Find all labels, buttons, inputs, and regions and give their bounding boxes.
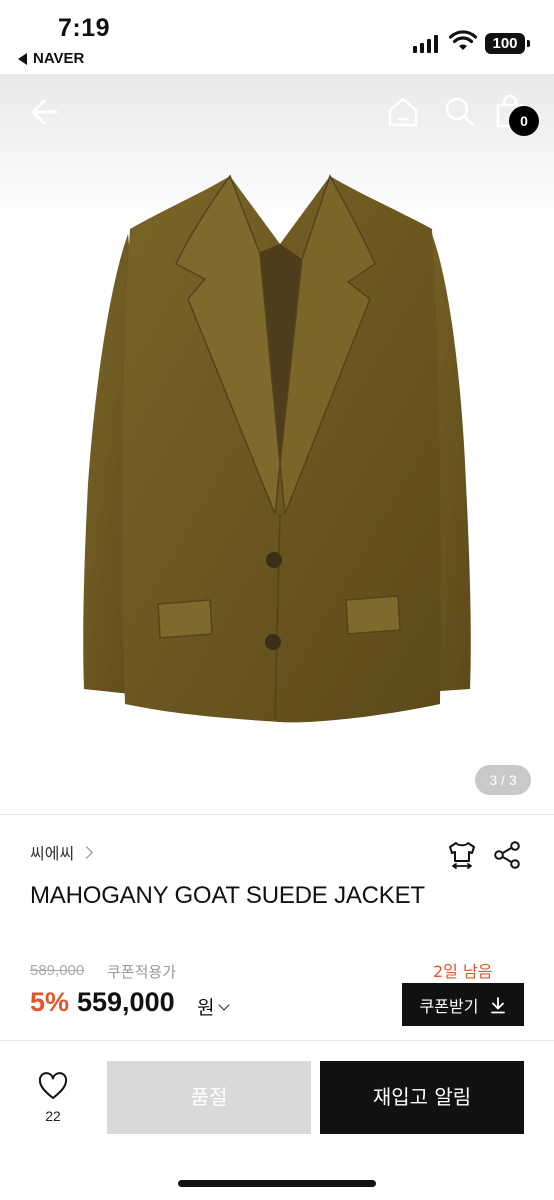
back-triangle-icon (18, 52, 27, 65)
status-bar: 7:19 NAVER 100 (0, 0, 554, 74)
home-icon[interactable] (385, 94, 421, 130)
original-price: 589,000 (30, 962, 85, 979)
discount-rate: 5% (30, 987, 70, 1017)
wifi-icon (449, 30, 477, 50)
search-icon[interactable] (442, 94, 478, 130)
cart-count-badge[interactable]: 0 (509, 106, 539, 136)
cellular-signal-icon (413, 33, 438, 53)
heart-icon (38, 1072, 68, 1099)
like-count: 22 (45, 1108, 61, 1124)
divider (0, 814, 554, 815)
product-image-jacket (83, 174, 471, 723)
back-app-label: NAVER (33, 50, 85, 67)
battery-indicator: 100 (485, 33, 530, 54)
home-indicator[interactable] (178, 1180, 376, 1187)
restock-alert-button[interactable]: 재입고 알림 (320, 1061, 524, 1134)
chevron-right-icon (80, 846, 94, 859)
gallery-page-indicator: 3 / 3 (475, 765, 531, 795)
status-time: 7:19 (58, 14, 111, 42)
brand-name: 씨에씨 (30, 844, 75, 863)
coupon-days-left: 2일 남음 (433, 962, 493, 981)
product-image-gallery[interactable]: 0 3 / 3 (0, 74, 554, 814)
coupon-button-label: 쿠폰받기 (419, 996, 479, 1016)
sold-out-button: 품절 (107, 1061, 311, 1134)
brand-link[interactable]: 씨에씨 (30, 840, 94, 864)
share-icon[interactable] (492, 840, 522, 870)
product-title: MAHOGANY GOAT SUEDE JACKET (30, 882, 425, 909)
size-guide-icon[interactable] (446, 839, 478, 871)
sale-price: 559,000 (77, 987, 175, 1017)
divider (0, 1040, 554, 1041)
chevron-down-icon (218, 998, 231, 1011)
price-detail-toggle[interactable]: 원 (197, 993, 231, 1020)
get-coupon-button[interactable]: 쿠폰받기 (402, 983, 524, 1026)
download-icon (491, 996, 506, 1013)
coupon-price-note: 쿠폰적용가 (107, 963, 177, 981)
like-button[interactable]: 22 (30, 1072, 76, 1124)
back-to-app-button[interactable]: NAVER (18, 50, 84, 67)
back-arrow-icon[interactable] (26, 92, 66, 132)
currency-label: 원 (197, 997, 215, 1019)
